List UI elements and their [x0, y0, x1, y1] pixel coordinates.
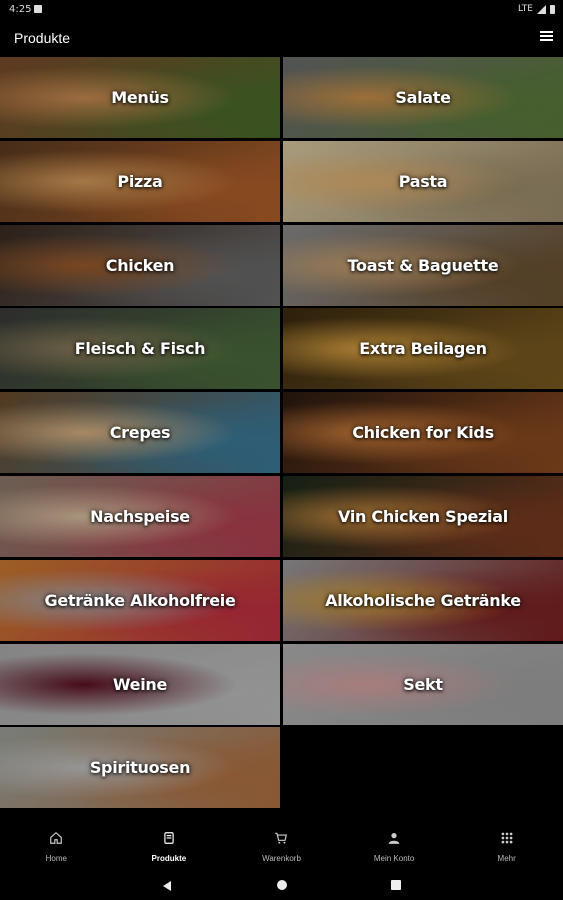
- category-tile[interactable]: Getränke Alkoholfreie: [0, 560, 280, 641]
- category-label: Salate: [395, 88, 451, 107]
- notification-icon: [34, 5, 42, 13]
- recents-icon[interactable]: [391, 880, 401, 890]
- category-label: Weine: [112, 675, 168, 694]
- category-tile[interactable]: Crepes: [0, 392, 280, 473]
- category-label: Menüs: [111, 88, 169, 107]
- nav-item-warenkorb[interactable]: Warenkorb: [225, 820, 338, 872]
- category-tile[interactable]: Spirituosen: [0, 727, 280, 808]
- category-tile[interactable]: Nachspeise: [0, 476, 280, 557]
- category-tile[interactable]: Alkoholische Getränke: [283, 560, 563, 641]
- category-label: Fleisch & Fisch: [74, 339, 206, 358]
- category-label: Extra Beilagen: [359, 339, 487, 358]
- nav-label: Mein Konto: [373, 853, 415, 863]
- page-title: Produkte: [14, 30, 71, 46]
- category-label: Spirituosen: [89, 758, 191, 777]
- category-tile[interactable]: Extra Beilagen: [283, 308, 563, 389]
- list-view-icon[interactable]: [540, 31, 553, 42]
- menu-book-icon: [162, 830, 176, 849]
- grid-icon: [500, 830, 514, 849]
- status-time: 4:25: [9, 4, 32, 15]
- category-label: Sekt: [403, 675, 443, 694]
- category-tile[interactable]: Toast & Baguette: [283, 225, 563, 306]
- category-label: Crepes: [109, 423, 171, 442]
- category-label: Chicken for Kids: [352, 423, 494, 442]
- category-tile[interactable]: Sekt: [283, 644, 563, 725]
- category-tile[interactable]: Chicken: [0, 225, 280, 306]
- nav-label: Produkte: [151, 853, 187, 863]
- nav-label: Mehr: [497, 853, 516, 863]
- category-label: Alkoholische Getränke: [325, 591, 521, 610]
- bottom-navigation: Home Produkte Warenkorb Mein Konto Mehr: [0, 820, 563, 872]
- category-tile[interactable]: Menüs: [0, 57, 280, 138]
- category-tile[interactable]: Salate: [283, 57, 563, 138]
- status-icons: LTE: [518, 4, 555, 14]
- category-label: Getränke Alkoholfreie: [44, 591, 236, 610]
- person-icon: [387, 830, 401, 849]
- nav-item-produkte[interactable]: Produkte: [113, 820, 226, 872]
- signal-icon: [537, 4, 546, 14]
- nav-item-mein-konto[interactable]: Mein Konto: [338, 820, 451, 872]
- category-label: Vin Chicken Spezial: [338, 507, 508, 526]
- category-tile[interactable]: Pasta: [283, 141, 563, 222]
- system-navigation-bar: [0, 872, 563, 900]
- category-tile[interactable]: Pizza: [0, 141, 280, 222]
- back-icon[interactable]: [163, 881, 171, 891]
- nav-label: Home: [45, 853, 67, 863]
- category-tile[interactable]: Vin Chicken Spezial: [283, 476, 563, 557]
- app-bar: Produkte: [0, 20, 563, 56]
- nav-label: Warenkorb: [262, 853, 301, 863]
- category-label: Nachspeise: [90, 507, 190, 526]
- nav-item-mehr[interactable]: Mehr: [450, 820, 563, 872]
- category-tile[interactable]: Fleisch & Fisch: [0, 308, 280, 389]
- network-label: LTE: [518, 4, 533, 14]
- home-circle-icon[interactable]: [277, 880, 287, 890]
- battery-icon: [550, 4, 555, 14]
- cart-icon: [274, 830, 288, 849]
- category-label: Toast & Baguette: [347, 256, 499, 275]
- category-label: Pizza: [117, 172, 163, 191]
- category-tile[interactable]: Chicken for Kids: [283, 392, 563, 473]
- status-bar: 4:25 LTE: [0, 0, 563, 20]
- category-label: Pasta: [398, 172, 448, 191]
- home-icon: [49, 830, 63, 849]
- category-label: Chicken: [105, 256, 175, 275]
- nav-item-home[interactable]: Home: [0, 820, 113, 872]
- category-tile[interactable]: Weine: [0, 644, 280, 725]
